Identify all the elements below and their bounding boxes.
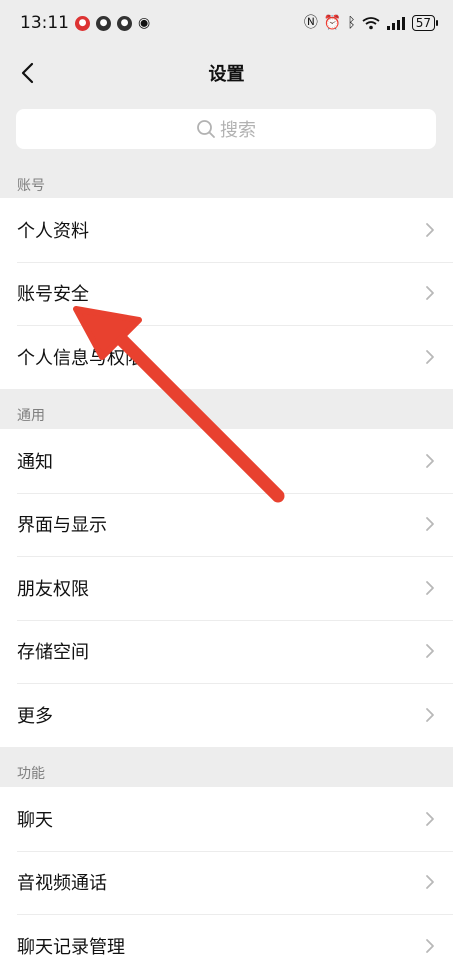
chevron-right-icon (426, 875, 434, 890)
settings-item-label: 界面与显示 (17, 515, 107, 537)
settings-item-notifications[interactable]: 通知 (0, 429, 453, 493)
settings-item-display[interactable]: 界面与显示 (0, 492, 453, 557)
section-label-account: 账号 (17, 178, 45, 194)
settings-item-label: 音视频通话 (17, 873, 107, 895)
search-input[interactable]: 搜索 (16, 109, 436, 149)
group-account: 个人资料 账号安全 个人信息与权限 (0, 198, 453, 389)
settings-item-label: 更多 (17, 705, 53, 727)
chevron-right-icon (426, 938, 434, 953)
status-bar: 13:11 ● ● ● ◉ Ⓝ ⏰ ᛒ 57 (0, 0, 453, 46)
chevron-left-icon (21, 62, 34, 84)
settings-item-label: 个人资料 (17, 220, 89, 242)
chevron-right-icon (426, 286, 434, 301)
settings-item-chat[interactable]: 聊天 (0, 787, 453, 851)
status-time: 13:11 (20, 13, 69, 33)
chevron-right-icon (426, 644, 434, 659)
settings-item-label: 个人信息与权限 (17, 347, 143, 369)
page-title: 设置 (208, 64, 245, 85)
group-features: 聊天 音视频通话 聊天记录管理 (0, 787, 453, 978)
settings-item-label: 朋友权限 (17, 578, 89, 600)
settings-item-av-calls[interactable]: 音视频通话 (0, 850, 453, 915)
settings-item-chat-history[interactable]: 聊天记录管理 (0, 914, 453, 978)
section-label-general: 通用 (17, 408, 45, 424)
chevron-right-icon (426, 222, 434, 237)
alarm-icon: ⏰ (323, 15, 342, 31)
status-right: Ⓝ ⏰ ᛒ 57 (303, 15, 439, 31)
chevron-right-icon (426, 707, 434, 722)
avatar-notification-icon: ● (117, 15, 132, 31)
chevron-right-icon (426, 517, 434, 532)
settings-item-account-security[interactable]: 账号安全 (0, 261, 453, 326)
eye-icon: ◉ (138, 15, 151, 31)
app-notification-icon: ● (75, 15, 90, 31)
settings-item-profile[interactable]: 个人资料 (0, 198, 453, 262)
signal-icon (386, 17, 405, 30)
back-button[interactable] (10, 56, 44, 90)
avatar-notification-icon: ● (96, 15, 111, 31)
nav-bar: 设置 (0, 46, 453, 100)
wifi-icon (362, 17, 380, 30)
chevron-right-icon (426, 580, 434, 595)
chevron-right-icon (426, 349, 434, 364)
settings-item-label: 聊天记录管理 (17, 936, 125, 958)
settings-item-label: 通知 (17, 451, 53, 473)
nfc-icon: Ⓝ (303, 15, 318, 31)
settings-item-label: 账号安全 (17, 284, 89, 306)
group-general: 通知 界面与显示 朋友权限 存储空间 更多 (0, 429, 453, 747)
settings-item-storage[interactable]: 存储空间 (0, 619, 453, 684)
chevron-right-icon (426, 453, 434, 468)
settings-item-friend-permissions[interactable]: 朋友权限 (0, 556, 453, 620)
settings-item-label: 存储空间 (17, 642, 89, 664)
settings-item-more[interactable]: 更多 (0, 683, 453, 747)
bluetooth-icon: ᛒ (347, 15, 356, 31)
search-placeholder: 搜索 (220, 120, 256, 141)
search-icon (197, 120, 215, 138)
section-label-features: 功能 (17, 766, 45, 782)
battery-icon: 57 (411, 15, 439, 31)
status-left: 13:11 ● ● ● ◉ (20, 13, 150, 33)
settings-item-label: 聊天 (17, 809, 53, 831)
chevron-right-icon (426, 811, 434, 826)
settings-item-privacy-permissions[interactable]: 个人信息与权限 (0, 325, 453, 389)
